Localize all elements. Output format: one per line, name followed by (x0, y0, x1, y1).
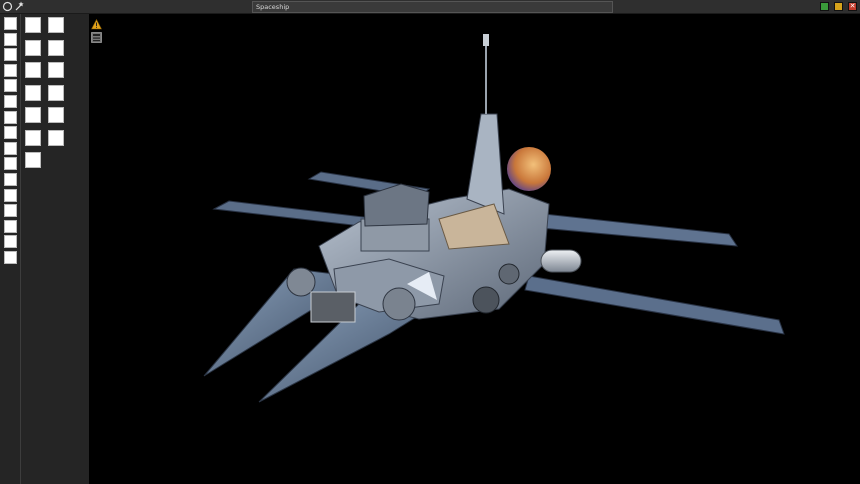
palette-swatch[interactable] (4, 188, 17, 202)
palette-swatch[interactable] (4, 95, 17, 108)
palette-swatch[interactable] (48, 107, 64, 123)
minimize-button[interactable] (820, 2, 829, 11)
palette-swatch[interactable] (4, 17, 17, 30)
side-fuel-tank (540, 249, 582, 273)
engine-pod-rear (498, 263, 520, 285)
palette-swatch[interactable] (25, 62, 41, 78)
right-wing-panel-upper (540, 213, 738, 247)
palette-swatch[interactable] (4, 235, 17, 249)
palette-swatch[interactable] (4, 157, 17, 171)
right-wing-panel-lower (524, 275, 785, 335)
palette-swatch[interactable] (4, 79, 17, 93)
circle-select-icon[interactable] (2, 1, 13, 12)
palette-swatch[interactable] (25, 39, 41, 56)
palette-swatch[interactable] (25, 17, 41, 33)
palette-swatch[interactable] (4, 110, 17, 124)
palette-swatch[interactable] (4, 126, 17, 140)
turret-top (363, 183, 430, 227)
engine-pod-right (472, 286, 500, 314)
palette-swatch[interactable] (48, 17, 64, 33)
engine-pod-center (382, 287, 416, 321)
cockpit-window (310, 291, 356, 323)
palette-swatch[interactable] (25, 129, 41, 146)
palette-swatch[interactable] (48, 84, 64, 101)
palette-swatch[interactable] (25, 107, 41, 123)
dorsal-fin (466, 113, 505, 215)
palette-swatch[interactable] (4, 32, 17, 46)
palette-divider (20, 14, 21, 484)
spaceship-model[interactable] (89, 14, 860, 484)
engine-exhaust (507, 147, 551, 191)
close-button[interactable]: ✕ (848, 2, 857, 11)
palette-swatch[interactable] (48, 129, 64, 146)
title-bar: Spaceship ✕ (0, 0, 860, 14)
palette-swatch[interactable] (4, 63, 17, 77)
window-title: Spaceship (252, 1, 613, 13)
palette-swatch[interactable] (4, 173, 17, 186)
palette-swatch[interactable] (48, 62, 64, 78)
palette-swatch[interactable] (25, 84, 41, 101)
palette-swatch[interactable] (48, 39, 64, 56)
palette-swatch[interactable] (4, 204, 17, 218)
wand-select-icon[interactable] (14, 1, 25, 12)
antenna-tip (483, 34, 489, 46)
palette-swatch[interactable] (25, 152, 41, 168)
maximize-button[interactable] (834, 2, 843, 11)
palette-swatch[interactable] (4, 141, 17, 155)
palette-swatch[interactable] (4, 48, 17, 62)
palette-swatch[interactable] (4, 219, 17, 233)
palette-swatch[interactable] (4, 251, 17, 264)
3d-viewport[interactable] (89, 14, 860, 484)
